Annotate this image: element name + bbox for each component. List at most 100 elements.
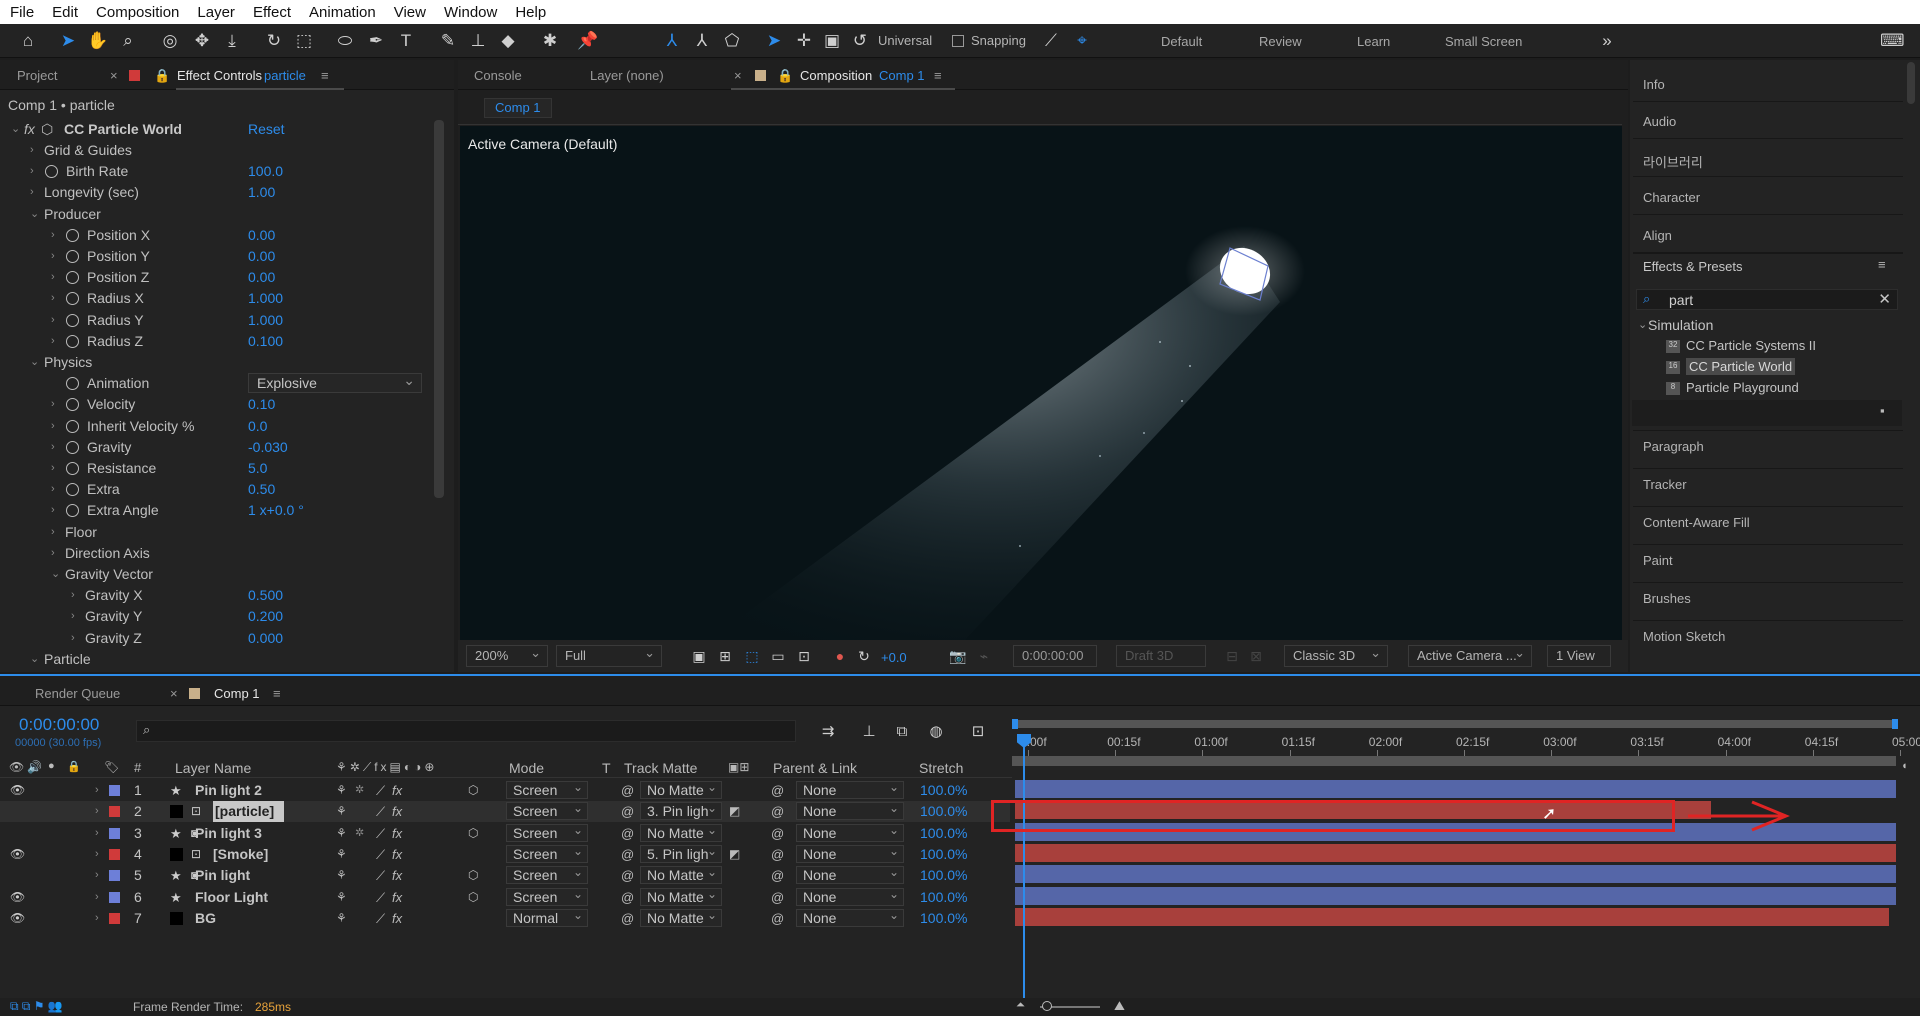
panel-item[interactable]: Brushes [1643, 591, 1691, 606]
layer-name[interactable]: Pin light 2 [195, 780, 262, 801]
layer-row[interactable]: ›5★◙Pin light⚘⟋fx⬡Screen@No Matte@None10… [0, 864, 1010, 886]
quality-switch-icon[interactable]: ⟋ [376, 887, 385, 908]
end-marker-icon[interactable]: ◖ [1901, 760, 1915, 774]
draft-3d-icon[interactable]: ⊥ [857, 720, 881, 744]
track-matte-select[interactable]: 5. Pin ligh [640, 843, 722, 863]
clone-stamp-icon[interactable]: ⊥ [466, 29, 490, 53]
tab-effect-controls[interactable]: Effect Controls [177, 68, 262, 83]
chevron-down-icon[interactable]: ⌄ [30, 204, 39, 225]
track-matte-pickwhip-icon[interactable]: @ [621, 844, 634, 865]
chevron-right-icon[interactable]: › [51, 522, 55, 543]
layer-row[interactable]: 👁 › 1 ★ Pin light 2 ⚘ ✲ ⟋ fx ⬡ Screen @ No Matte @ Non… [0, 779, 1010, 801]
mode-select[interactable]: Screen [506, 800, 588, 821]
workspace-overflow-icon[interactable]: » [1595, 29, 1619, 53]
draft-3d-button[interactable]: Draft 3D [1116, 645, 1206, 667]
region-of-interest-icon[interactable]: ▭ [766, 644, 790, 668]
fx-icon[interactable]: fx [392, 887, 402, 908]
tab-composition[interactable]: Composition [800, 68, 872, 83]
stretch-value[interactable]: 100.0% [920, 865, 967, 886]
animation-select[interactable]: Explosive ⌄ [248, 372, 422, 393]
layer-name[interactable]: Pin light 3 [195, 823, 262, 844]
layer-search-input[interactable]: ⌕ [136, 720, 796, 742]
layer-name[interactable]: [particle] [213, 801, 285, 823]
chevron-right-icon[interactable]: › [51, 437, 55, 458]
parent-pickwhip-icon[interactable]: @ [771, 865, 784, 886]
chevron-right-icon[interactable]: › [71, 606, 75, 627]
work-area-start-handle[interactable] [1012, 719, 1018, 729]
workspace-default[interactable]: Default [1161, 34, 1202, 49]
effect-item-selected[interactable]: 16 CC Particle World [1666, 358, 1796, 375]
views-select[interactable]: 1 View [1547, 645, 1611, 667]
property-row[interactable]: ⌄ Gravity Vector [0, 564, 430, 585]
layer-bar[interactable] [1015, 907, 1889, 926]
reset-exposure-icon[interactable]: ↻ [852, 644, 876, 668]
chevron-down-icon[interactable]: ⌄ [1638, 318, 1647, 331]
matte-invert-icon[interactable]: ◩ [729, 844, 740, 865]
home-icon[interactable]: ⌂ [16, 29, 40, 53]
collapse-switch-icon[interactable]: ✲ [355, 780, 364, 801]
property-row[interactable]: › Gravity Z 0.000 [0, 628, 430, 649]
timeline-timecode[interactable]: 0:00:00:00 [19, 715, 99, 735]
chevron-down-icon[interactable]: ⌄ [51, 564, 60, 585]
property-row[interactable]: › Longevity (sec) 1.00 [0, 182, 430, 203]
workspace-learn[interactable]: Learn [1357, 34, 1390, 49]
lock-icon[interactable]: 🔒 [777, 68, 793, 84]
dolly-camera-icon[interactable]: ⤓ [220, 29, 244, 53]
mode-select[interactable]: Screen [506, 822, 588, 842]
local-axis-icon[interactable]: ⅄ [660, 29, 684, 53]
orbit-camera-icon[interactable]: ◎ [158, 29, 182, 53]
property-row[interactable]: › Inherit Velocity % 0.0 [0, 416, 430, 437]
property-value[interactable]: 0.000 [248, 628, 283, 649]
panel-menu-icon[interactable]: ≡ [934, 68, 942, 83]
mask-path-icon[interactable]: ⬚ [740, 644, 764, 668]
tab-console[interactable]: Console [474, 68, 522, 83]
menu-help[interactable]: Help [515, 4, 546, 21]
fx-icon[interactable]: fx [392, 780, 402, 801]
panel-item[interactable]: Content-Aware Fill [1643, 515, 1750, 530]
exposure-value[interactable]: +0.0 [881, 650, 907, 665]
resolution-select[interactable]: Full [556, 643, 662, 667]
timecode-display[interactable]: 0:00:00:00 [1013, 645, 1097, 667]
parent-select[interactable]: None [796, 779, 904, 799]
layer-row[interactable]: 👁 › 7 BG ⚘ ⟋ fx Normal @ No Matte @ None 100.0% [0, 907, 1010, 929]
layer-name[interactable]: BG [195, 908, 216, 929]
grid-guides-icon[interactable]: ⊡ [792, 644, 816, 668]
parent-pickwhip-icon[interactable]: @ [771, 908, 784, 929]
parent-select[interactable]: None [796, 800, 904, 821]
lock-icon[interactable]: 🔒 [154, 68, 170, 84]
type-tool-icon[interactable]: T [394, 29, 418, 53]
zoom-select[interactable]: 200% [466, 643, 548, 667]
property-value[interactable]: 0.200 [248, 606, 283, 627]
track-matte-select[interactable]: No Matte [640, 907, 722, 927]
chevron-right-icon[interactable]: › [51, 310, 55, 331]
stopwatch-icon[interactable] [66, 292, 79, 306]
quality-switch-icon[interactable]: ⟋ [376, 823, 385, 844]
search-help-icon[interactable]: ⌨ [1880, 29, 1905, 53]
snap-feature-icon[interactable]: ⌖ [1070, 29, 1094, 53]
panel-item[interactable]: Audio [1643, 114, 1676, 129]
camera-frame-icon[interactable]: ▣ [820, 29, 844, 53]
layer-label-color[interactable] [109, 891, 120, 903]
chevron-right-icon[interactable]: › [71, 585, 75, 606]
3d-layer-icon[interactable]: ⬡ [468, 780, 478, 801]
quality-switch-icon[interactable]: ⟋ [376, 844, 385, 865]
menu-window[interactable]: Window [444, 4, 497, 21]
quality-switch-icon[interactable]: ⟋ [376, 908, 385, 929]
pan-camera-icon[interactable]: ✥ [190, 29, 214, 53]
layer-label-color[interactable] [109, 785, 120, 796]
chevron-right-icon[interactable]: › [51, 225, 55, 246]
property-value[interactable]: 1.000 [248, 310, 283, 331]
mode-select[interactable]: Screen [506, 779, 588, 799]
chevron-right-icon[interactable]: › [51, 267, 55, 288]
chevron-right-icon[interactable]: › [30, 161, 34, 182]
mode-select[interactable]: Normal [506, 907, 588, 927]
stopwatch-icon[interactable] [66, 440, 79, 454]
shy-switch-icon[interactable]: ⚘ [336, 887, 347, 908]
mode-select[interactable]: Screen [506, 864, 588, 885]
track-matte-pickwhip-icon[interactable]: @ [621, 908, 634, 929]
layer-name[interactable]: [Smoke] [213, 844, 268, 865]
stopwatch-icon[interactable] [66, 271, 79, 285]
property-value[interactable]: 0.0 [248, 416, 267, 437]
simulation-category[interactable]: Simulation [1648, 317, 1713, 333]
property-row[interactable]: › Floor [0, 522, 430, 543]
